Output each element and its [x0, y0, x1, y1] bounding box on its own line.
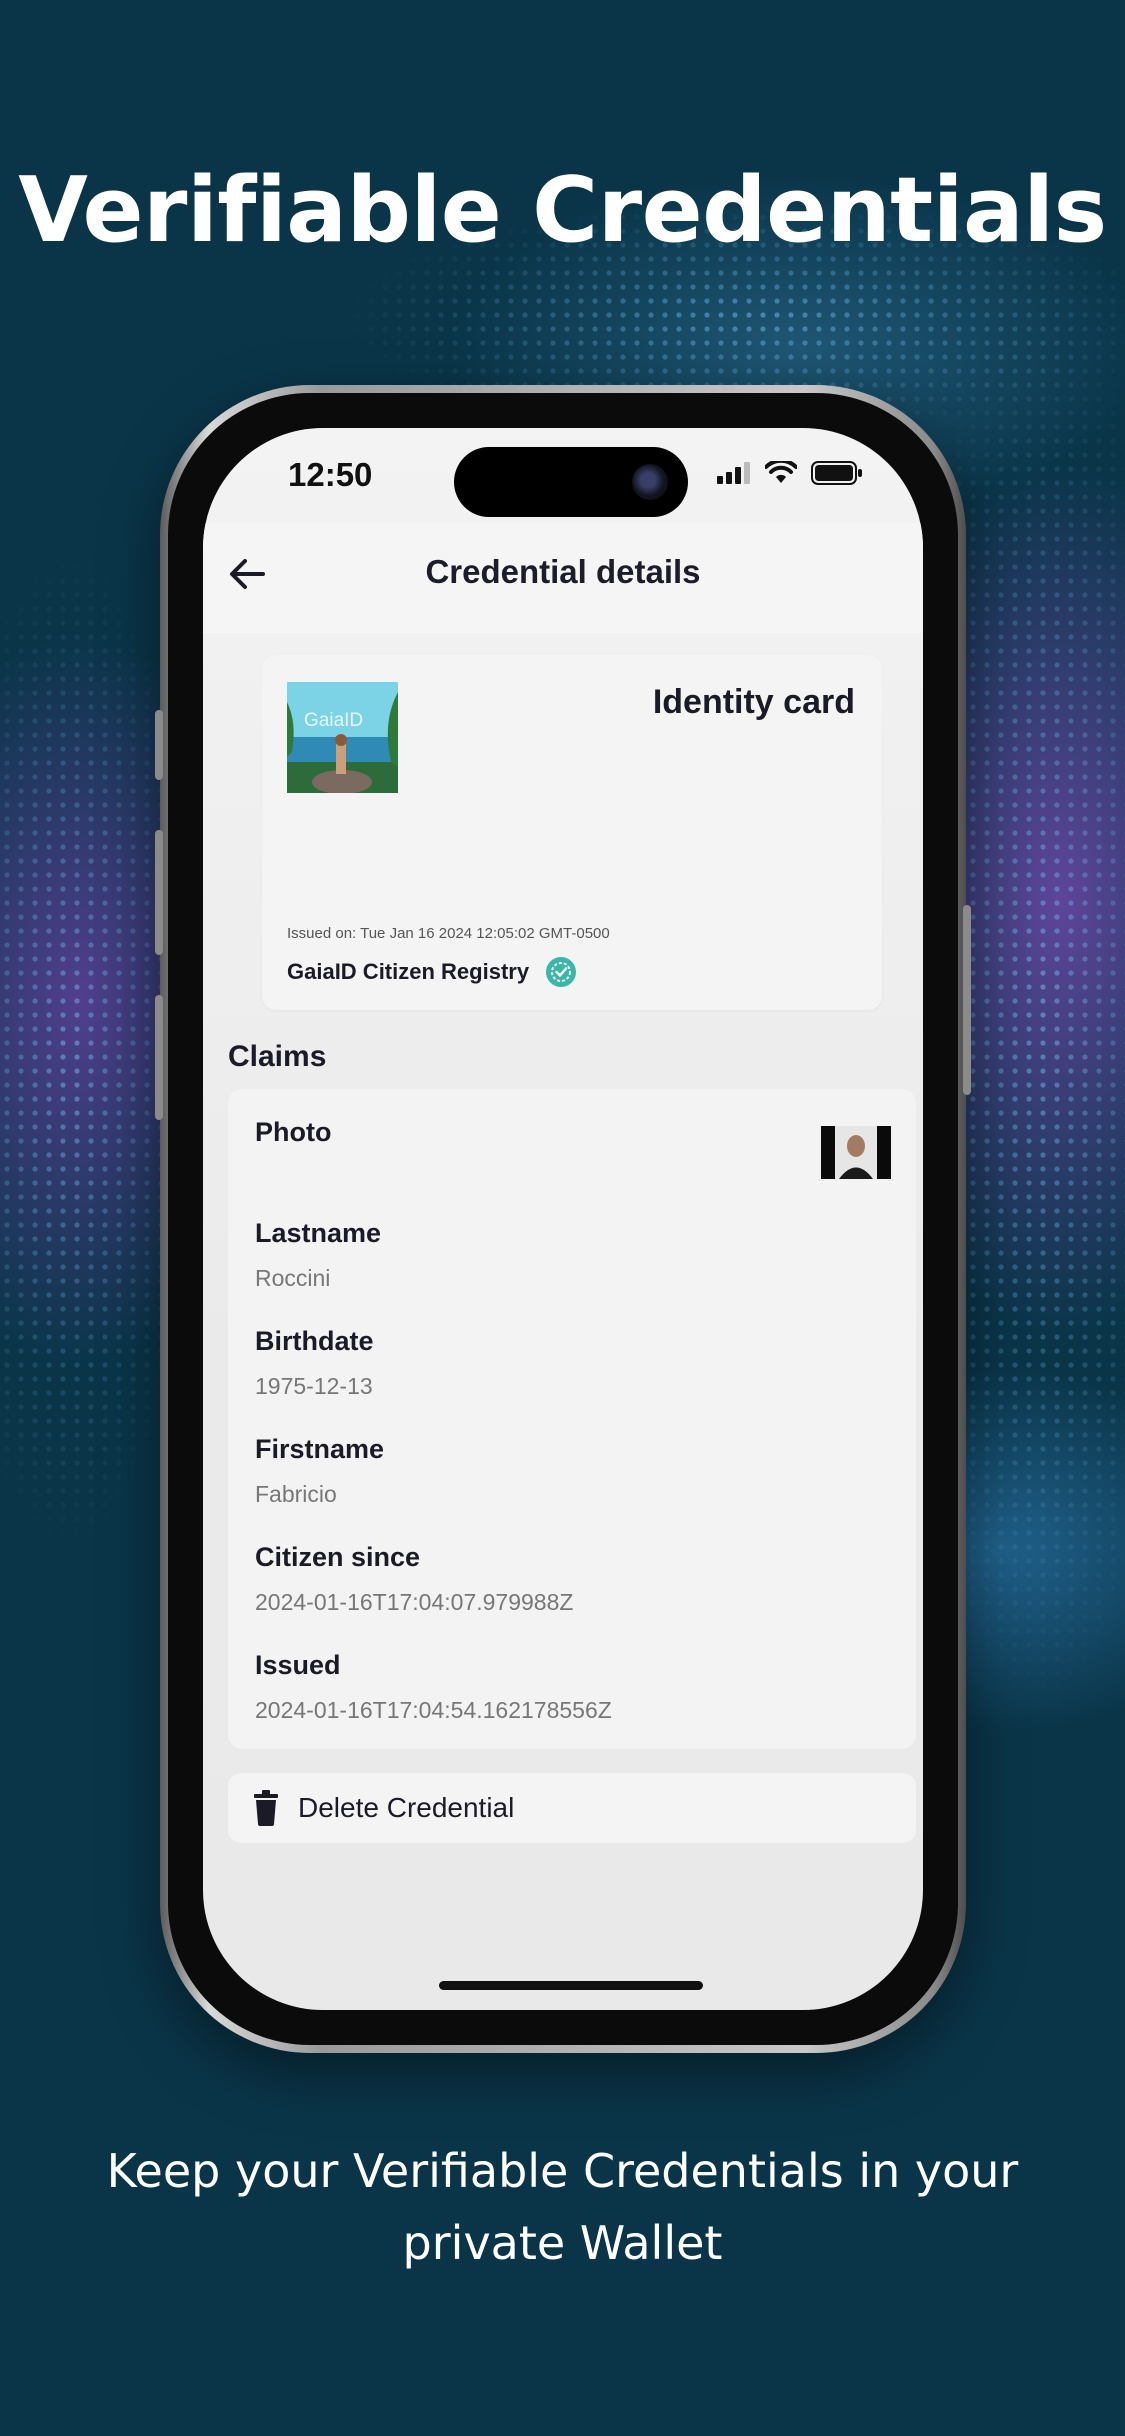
claims-list: Photo Lastname Roccini Birthdate 1975-12… [228, 1089, 916, 1749]
claim-lastname-value: Roccini [255, 1265, 331, 1291]
claim-firstname-label: Firstname [255, 1434, 385, 1464]
app-screen: 12:50 Credential details GaiaID Identity… [203, 428, 923, 2010]
home-indicator[interactable] [439, 1981, 703, 1990]
issuer-name: GaiaID Citizen Registry [287, 959, 530, 984]
logo-text: GaiaID [304, 710, 364, 731]
battery-icon [811, 461, 862, 485]
claim-issued-value: 2024-01-16T17:04:54.162178556Z [255, 1697, 612, 1723]
camera-icon [632, 464, 668, 500]
promo-tagline: Keep your Verifiable Credentials in your… [106, 2144, 1019, 2270]
claim-issued-label: Issued [255, 1650, 341, 1680]
trash-icon [254, 1790, 278, 1826]
dynamic-island [454, 447, 688, 517]
credential-title: Identity card [652, 683, 855, 721]
issuer-row: GaiaID Citizen Registry [287, 956, 577, 988]
silent-switch [155, 710, 163, 780]
claim-birthdate-value: 1975-12-13 [255, 1373, 373, 1399]
phone-bezel: 12:50 Credential details GaiaID Identity… [168, 393, 958, 2045]
claim-firstname-value: Fabricio [255, 1481, 337, 1507]
claim-citizen-since-value: 2024-01-16T17:04:07.979988Z [255, 1589, 574, 1615]
claims-heading: Claims [228, 1040, 327, 1073]
claim-photo-image[interactable] [821, 1126, 891, 1179]
claim-photo-label: Photo [255, 1117, 332, 1147]
page-title: Credential details [425, 553, 701, 590]
power-button [963, 905, 971, 1095]
status-time: 12:50 [288, 456, 373, 493]
volume-up-button [155, 830, 163, 955]
promo-headline: Verifiable Credentials [18, 158, 1107, 263]
issuer-logo [287, 682, 398, 793]
credential-card[interactable]: GaiaID Identity card Issued on: Tue Jan … [262, 655, 882, 1010]
phone-frame: 12:50 Credential details GaiaID Identity… [155, 385, 971, 2053]
app-header: Credential details [203, 523, 923, 633]
delete-credential-button[interactable]: Delete Credential [228, 1773, 916, 1843]
issued-date: Issued on: Tue Jan 16 2024 12:05:02 GMT-… [287, 925, 610, 942]
verified-check-icon [546, 957, 577, 987]
claim-citizen-since-label: Citizen since [255, 1542, 421, 1572]
claim-birthdate-label: Birthdate [255, 1326, 374, 1356]
wifi-icon [765, 461, 797, 483]
delete-credential-label: Delete Credential [298, 1792, 515, 1823]
status-icons [717, 461, 863, 485]
claim-lastname-label: Lastname [255, 1218, 382, 1248]
signal-icon [717, 462, 750, 484]
volume-down-button [155, 995, 163, 1120]
